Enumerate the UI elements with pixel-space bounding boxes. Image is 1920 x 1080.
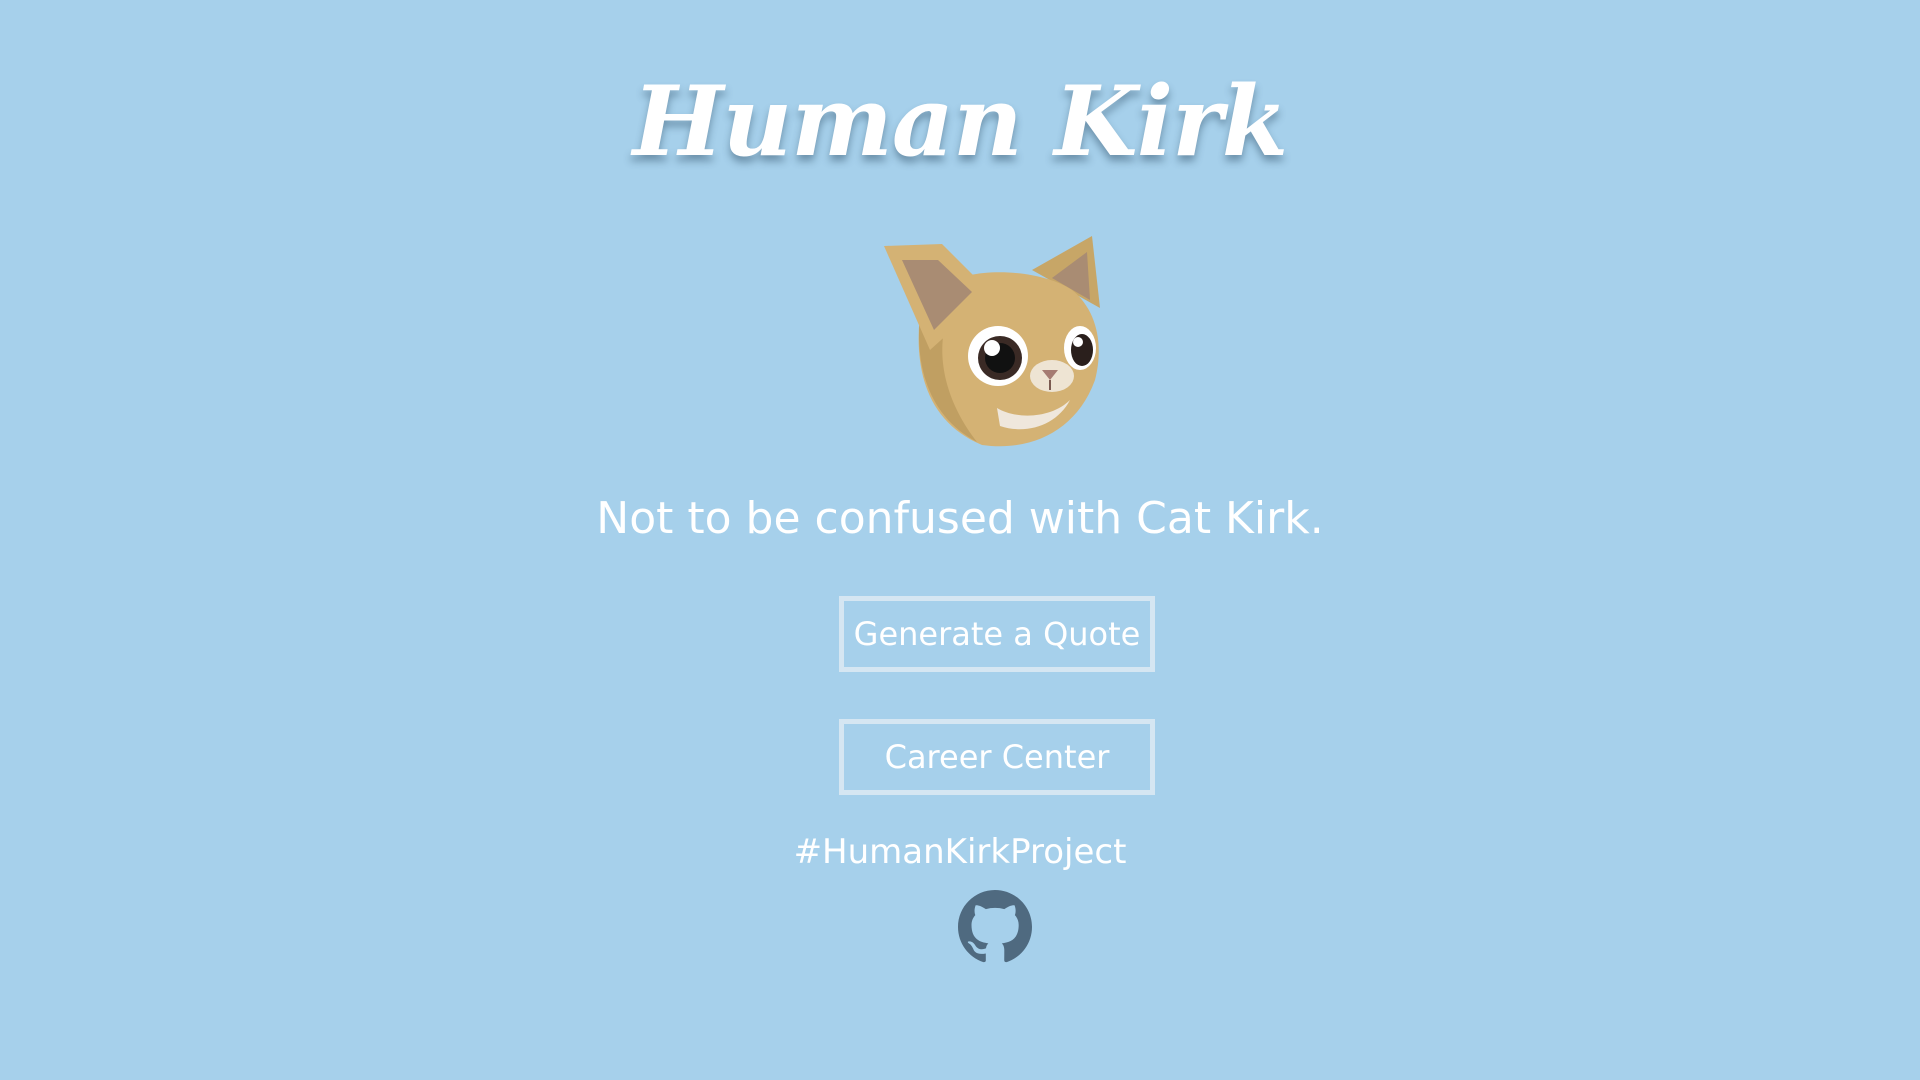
github-icon[interactable]	[958, 890, 1032, 964]
generate-quote-button[interactable]: Generate a Quote	[839, 596, 1155, 672]
page-title: Human Kirk	[632, 65, 1289, 178]
page: Human Kirk Not to be confused with Cat K…	[0, 0, 1920, 1080]
career-center-button[interactable]: Career Center	[839, 719, 1155, 795]
hashtag-text: #HumanKirkProject	[793, 832, 1127, 872]
cat-face-icon	[884, 236, 1100, 447]
tagline: Not to be confused with Cat Kirk.	[596, 493, 1324, 544]
